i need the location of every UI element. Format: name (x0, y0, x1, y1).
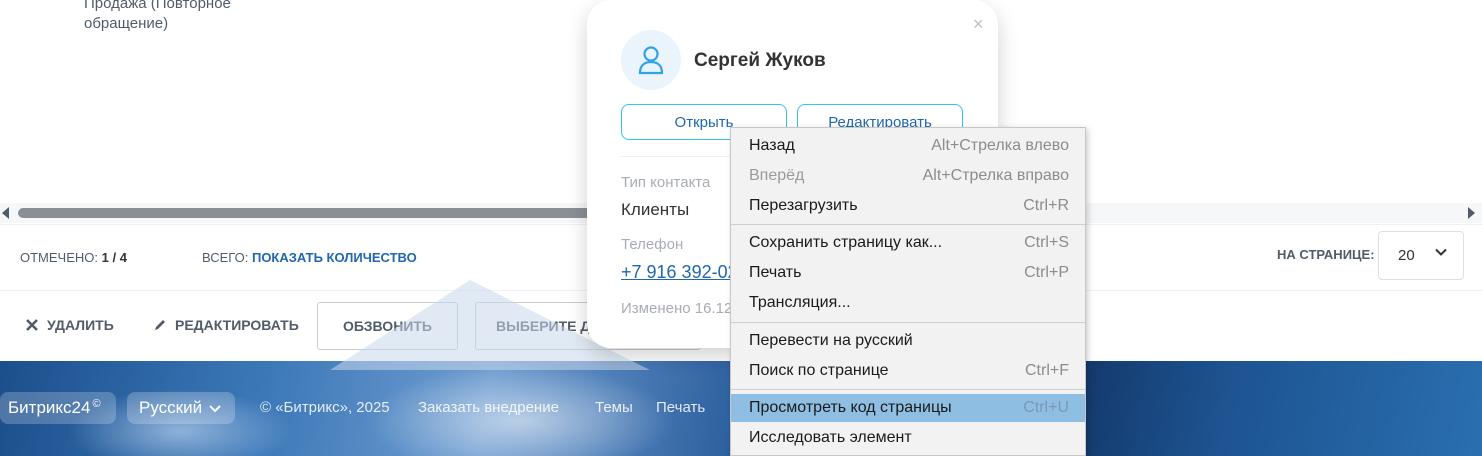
footer-print-link[interactable]: Печать (656, 399, 705, 416)
clock-icon: © (92, 398, 101, 410)
menu-separator (731, 224, 1085, 225)
per-page-select[interactable]: 20 (1378, 231, 1464, 280)
chevron-down-icon (1435, 248, 1447, 256)
per-page-value: 20 (1398, 247, 1415, 264)
total-counter: ВСЕГО: ПОКАЗАТЬ КОЛИЧЕСТВО (202, 250, 417, 265)
menu-item-cast[interactable]: Трансляция... (731, 289, 1085, 317)
brand-logo[interactable]: Битрикс24 © (0, 392, 116, 424)
footer-order-link[interactable]: Заказать внедрение (418, 399, 559, 416)
footer-copyright: © «Битрикс», 2025 (260, 399, 390, 416)
context-menu: Назад Alt+Стрелка влево Вперёд Alt+Стрелка… (730, 127, 1086, 456)
footer-themes-link[interactable]: Темы (595, 399, 633, 416)
menu-item-find[interactable]: Поиск по странице Ctrl+F (731, 357, 1085, 385)
per-page-label: НА СТРАНИЦЕ: (1277, 247, 1375, 262)
avatar (621, 30, 681, 90)
menu-separator (731, 389, 1085, 390)
marked-counter: ОТМЕЧЕНО: 1 / 4 (20, 250, 127, 265)
scroll-right-arrow-icon[interactable] (1468, 207, 1475, 219)
scrollbar-thumb[interactable] (18, 208, 638, 218)
menu-item-save-page[interactable]: Сохранить страницу как... Ctrl+S (731, 229, 1085, 257)
phone-label: Телефон (621, 236, 684, 253)
menu-item-inspect[interactable]: Исследовать элемент (731, 424, 1085, 452)
edit-action-button[interactable]: РЕДАКТИРОВАТЬ (153, 317, 299, 333)
menu-item-back[interactable]: Назад Alt+Стрелка влево (731, 132, 1085, 160)
show-count-link[interactable]: ПОКАЗАТЬ КОЛИЧЕСТВО (252, 250, 417, 265)
scroll-left-arrow-icon[interactable] (2, 207, 9, 219)
phone-link[interactable]: +7 916 392-02 (621, 262, 738, 283)
close-icon[interactable]: × (973, 14, 984, 35)
delete-button[interactable]: УДАЛИТЬ (25, 317, 114, 333)
menu-item-view-source[interactable]: Просмотреть код страницы Ctrl+U (731, 394, 1085, 422)
contact-name: Сергей Жуков (694, 50, 826, 71)
contact-type-label: Тип контакта (621, 174, 711, 191)
menu-item-reload[interactable]: Перезагрузить Ctrl+R (731, 192, 1085, 220)
chevron-down-icon (209, 405, 221, 413)
grid-cell-text: Продажа (Повторное обращение) (84, 0, 231, 32)
contact-type-value: Клиенты (621, 200, 690, 219)
user-icon (638, 46, 664, 75)
modified-date: Изменено 16.12 (621, 300, 733, 317)
language-select[interactable]: Русский (127, 392, 235, 424)
menu-item-forward[interactable]: Вперёд Alt+Стрелка вправо (731, 162, 1085, 190)
menu-separator (731, 322, 1085, 323)
menu-item-print[interactable]: Печать Ctrl+P (731, 259, 1085, 287)
pencil-icon (155, 320, 165, 330)
menu-item-translate[interactable]: Перевести на русский (731, 327, 1085, 355)
close-icon (26, 319, 38, 331)
